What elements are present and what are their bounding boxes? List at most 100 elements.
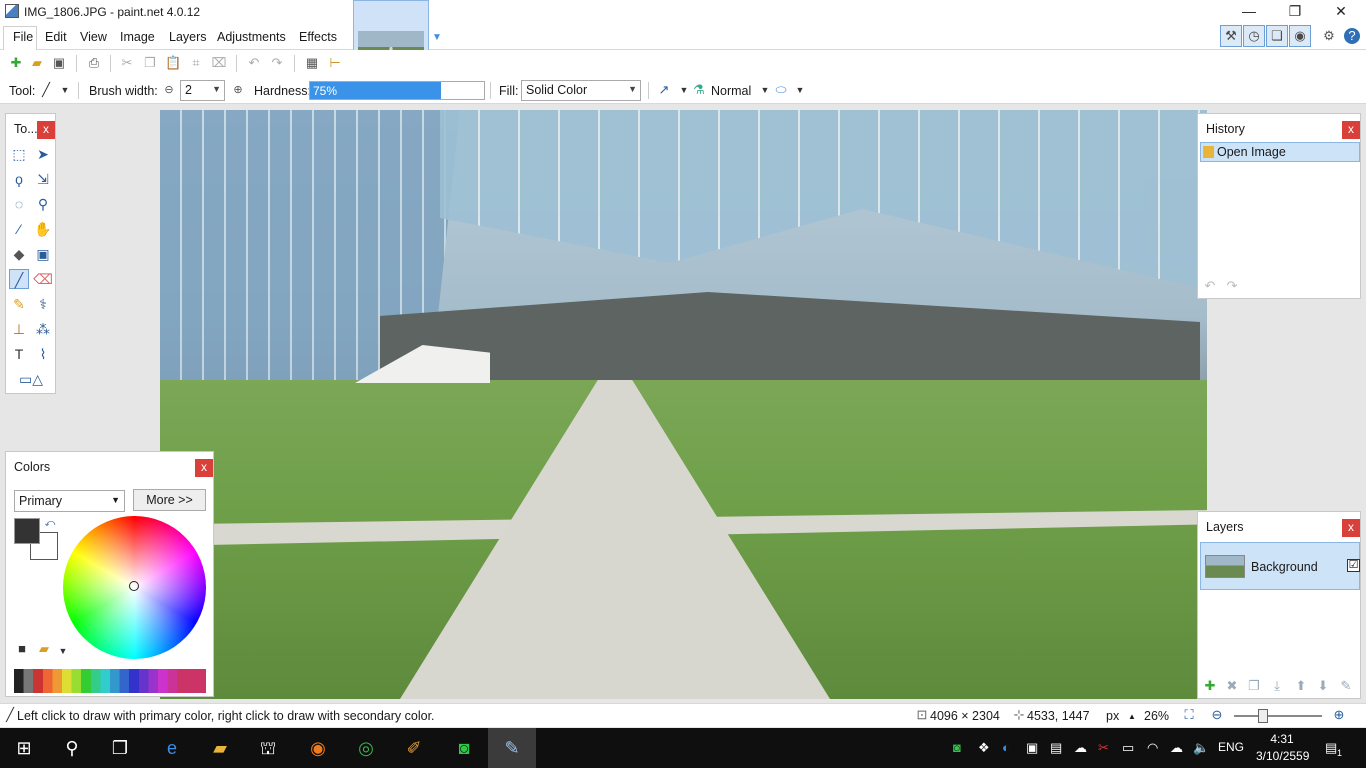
zoom-slider-thumb[interactable] [1258, 709, 1268, 723]
network-drive-tray-icon[interactable]: ▤ [1050, 740, 1062, 756]
brush-width-decrease-icon[interactable]: ⊖ [161, 82, 177, 98]
ellipse-select-tool-icon[interactable]: ◌ [9, 194, 29, 214]
units-dropdown-icon[interactable]: ▲ [1128, 712, 1136, 721]
undo-icon[interactable]: ↶ [246, 55, 262, 71]
alpha-blending-icon[interactable]: ⬭ [773, 82, 789, 98]
line-app-icon[interactable]: ◙ [440, 728, 488, 768]
palette-dropdown-icon[interactable]: ▼ [55, 643, 71, 659]
zoom-slider-track[interactable] [1234, 715, 1322, 717]
text-tool-icon[interactable]: T [9, 344, 29, 364]
history-redo-icon[interactable]: ↷ [1224, 278, 1240, 294]
add-layer-icon[interactable]: ✚ [1202, 678, 1218, 694]
alpha-blending-dropdown-icon[interactable]: ▼ [792, 82, 808, 98]
help-icon[interactable]: ? [1344, 28, 1360, 44]
shapes-tool-icon[interactable]: ▭△ [14, 369, 48, 389]
line-curve-tool-icon[interactable]: ⌇ [33, 344, 53, 364]
clone-stamp-tool-icon[interactable]: ⊥ [9, 319, 29, 339]
color-wheel-cursor[interactable] [129, 581, 139, 591]
rectangle-select-tool-icon[interactable]: ⬚ [9, 144, 29, 164]
image-list-dropdown-icon[interactable]: ▼ [432, 32, 442, 43]
history-panel-close-button[interactable]: x [1342, 121, 1360, 139]
line-tray-icon[interactable]: ◙ [953, 740, 961, 755]
search-icon[interactable]: ⚲ [48, 728, 96, 768]
move-selected-pixels-tool-icon[interactable]: ➤ [33, 144, 53, 164]
paintbrush-tool-icon[interactable]: ╱ [38, 82, 54, 98]
task-view-icon[interactable]: ❐ [96, 728, 144, 768]
fill-mode-combo[interactable]: Solid Color ▼ [521, 80, 641, 101]
save-icon[interactable]: ▣ [51, 55, 67, 71]
cut-icon[interactable]: ✂ [119, 55, 135, 71]
units-selector[interactable]: px [1106, 709, 1119, 723]
paste-icon[interactable]: 📋 [165, 55, 181, 71]
layer-properties-icon[interactable]: ✎ [1338, 678, 1354, 694]
zoom-tool-icon[interactable]: ⚲ [33, 194, 53, 214]
magic-wand-tool-icon[interactable]: ⁄ [9, 219, 29, 239]
battery-tray-icon[interactable]: ▭ [1122, 740, 1134, 756]
chrome-icon[interactable]: ◎ [342, 728, 390, 768]
gradient-tool-icon[interactable]: ▣ [33, 244, 53, 264]
settings-gear-icon[interactable]: ⚙ [1321, 28, 1337, 44]
volume-tray-icon[interactable]: 🔈 [1193, 740, 1209, 756]
color-mode-combo[interactable]: Primary ▼ [14, 490, 125, 512]
paint-palette-app-icon[interactable]: ✐ [390, 728, 438, 768]
layer-row-background[interactable]: Background ☑ [1200, 542, 1360, 590]
tool-tray-icon[interactable]: ✂ [1098, 740, 1109, 756]
file-explorer-icon[interactable]: ▰ [196, 728, 244, 768]
menu-image[interactable]: Image [120, 30, 155, 44]
minimize-button[interactable]: — [1226, 0, 1272, 24]
pencil-tool-icon[interactable]: ✎ [9, 294, 29, 314]
brush-width-combo[interactable]: 2 ▼ [180, 80, 225, 101]
eraser-tool-icon[interactable]: ⌫ [33, 269, 53, 289]
colors-window-toggle-icon[interactable]: ◉ [1289, 25, 1311, 47]
paintnet-taskbar-icon[interactable]: ✎ [488, 728, 536, 768]
blend-mode-icon[interactable]: ⚗ [691, 82, 707, 98]
edge-browser-icon[interactable]: e [148, 728, 196, 768]
history-window-toggle-icon[interactable]: ◷ [1243, 25, 1265, 47]
duplicate-layer-icon[interactable]: ❐ [1246, 678, 1262, 694]
history-item-open-image[interactable]: Open Image [1200, 142, 1360, 162]
wifi-tray-icon[interactable]: ◠ [1147, 740, 1158, 756]
grid-icon[interactable]: ▦ [304, 55, 320, 71]
antialiasing-dropdown-icon[interactable]: ▼ [676, 82, 692, 98]
onedrive-tray-icon[interactable]: ☁ [1074, 740, 1087, 756]
paint-bucket-tool-icon[interactable]: ◆ [9, 244, 29, 264]
reset-colors-icon[interactable]: ■ [14, 641, 30, 657]
zoom-level[interactable]: 26% [1144, 709, 1169, 723]
brush-width-increase-icon[interactable]: ⊕ [230, 82, 246, 98]
redo-icon[interactable]: ↷ [269, 55, 285, 71]
monitor-tray-icon[interactable]: ▣ [1026, 740, 1038, 756]
print-icon[interactable]: ⎙ [86, 55, 102, 71]
open-folder-icon[interactable]: ▰ [29, 55, 45, 71]
move-selection-tool-icon[interactable]: ⇲ [33, 169, 53, 189]
menu-adjustments[interactable]: Adjustments [217, 30, 286, 44]
tools-window-toggle-icon[interactable]: ⚒ [1220, 25, 1242, 47]
firefox-icon[interactable]: ◉ [294, 728, 342, 768]
deselect-icon[interactable]: ⌧ [211, 55, 227, 71]
lasso-select-tool-icon[interactable]: ϙ [9, 169, 29, 189]
input-language[interactable]: ENG [1218, 740, 1244, 754]
palette-menu-icon[interactable]: ▰ [36, 641, 52, 657]
copy-icon[interactable]: ❐ [142, 55, 158, 71]
image-canvas[interactable] [160, 110, 1207, 699]
history-undo-icon[interactable]: ↶ [1202, 278, 1218, 294]
primary-color-swatch[interactable] [14, 518, 40, 544]
delete-layer-icon[interactable]: ✖ [1224, 678, 1240, 694]
blend-mode-dropdown-icon[interactable]: ▼ [757, 82, 773, 98]
action-center-icon[interactable]: ▤ [1325, 740, 1337, 756]
merge-layer-down-icon[interactable]: ⤓ [1269, 678, 1285, 694]
layers-window-toggle-icon[interactable]: ❏ [1266, 25, 1288, 47]
move-layer-down-icon[interactable]: ⬇ [1315, 678, 1331, 694]
menu-effects[interactable]: Effects [299, 30, 337, 44]
system-clock[interactable]: 4:31 3/10/2559 [1256, 731, 1309, 765]
menu-layers[interactable]: Layers [169, 30, 207, 44]
zoom-in-icon[interactable]: ⊕ [1331, 707, 1347, 723]
zoom-to-window-icon[interactable]: ⛶ [1181, 707, 1197, 723]
antivirus-tray-icon[interactable]: ◐ [1002, 740, 1010, 755]
colors-panel-close-button[interactable]: x [195, 459, 213, 477]
paintbrush-tool-icon[interactable]: ╱ [9, 269, 29, 289]
tools-panel-close-button[interactable]: x [37, 121, 55, 139]
menu-edit[interactable]: Edit [45, 30, 67, 44]
antialiasing-icon[interactable]: ↗ [656, 82, 672, 98]
pan-tool-icon[interactable]: ✋ [33, 219, 53, 239]
sync-tray-icon[interactable]: ☁ [1170, 740, 1183, 756]
